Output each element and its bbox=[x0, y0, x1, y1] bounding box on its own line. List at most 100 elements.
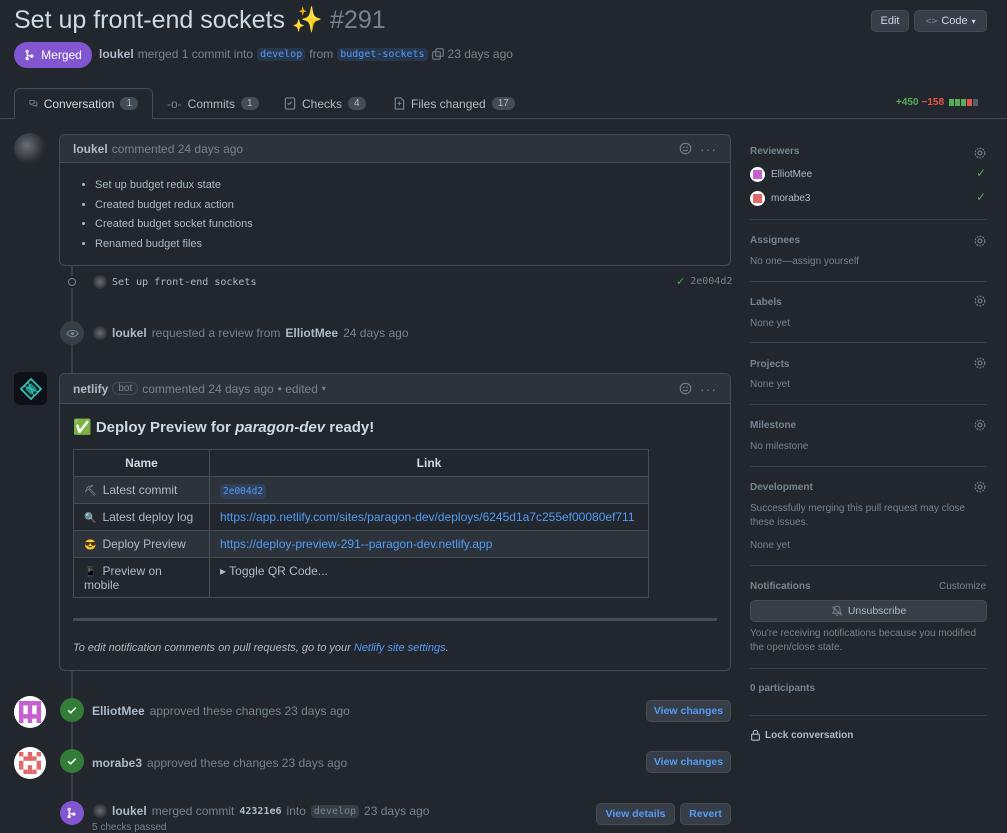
edit-button-label: Edit bbox=[880, 15, 900, 27]
copy-icon[interactable] bbox=[431, 48, 444, 60]
edit-button[interactable]: Edit bbox=[871, 10, 909, 32]
event-author-link[interactable]: loukel bbox=[112, 326, 147, 340]
merge-time: 23 days ago bbox=[447, 47, 513, 61]
approval-text: approved these changes 23 days ago bbox=[149, 704, 350, 718]
commit-sha-link[interactable]: 2e004d2 bbox=[220, 484, 267, 499]
tab-commits[interactable]: -o- Commits 1 bbox=[153, 88, 273, 119]
loukel-mini-avatar[interactable] bbox=[93, 275, 107, 289]
netlify-logo-icon bbox=[19, 377, 42, 400]
reviewer-row[interactable]: ElliotMee bbox=[750, 167, 812, 182]
event-author-link[interactable]: loukel bbox=[112, 804, 147, 818]
head-branch-label[interactable]: budget-sockets bbox=[337, 47, 428, 61]
loukel-mini-avatar[interactable] bbox=[93, 326, 107, 340]
tab-conversation-count: 1 bbox=[120, 97, 138, 110]
loukel-mini-avatar[interactable] bbox=[93, 804, 107, 818]
morabe3-avatar[interactable] bbox=[14, 747, 46, 779]
tab-conversation[interactable]: Conversation 1 bbox=[14, 88, 153, 119]
reviewer-name[interactable]: morabe3 bbox=[771, 193, 810, 204]
gear-icon[interactable] bbox=[973, 356, 987, 370]
smiley-icon[interactable] bbox=[679, 382, 692, 395]
smiley-icon[interactable] bbox=[679, 142, 692, 155]
lock-conversation-link[interactable]: Lock conversation bbox=[750, 729, 853, 741]
bot-badge: bot bbox=[112, 382, 139, 395]
gear-icon[interactable] bbox=[973, 234, 987, 248]
reviewers-title[interactable]: Reviewers bbox=[750, 146, 987, 157]
view-details-label: View details bbox=[605, 808, 666, 820]
table-header-row: Name Link bbox=[73, 449, 649, 477]
tab-commits-count: 1 bbox=[241, 97, 259, 110]
pick-icon: ⛏ bbox=[84, 486, 97, 497]
tab-checks[interactable]: Checks 4 bbox=[270, 88, 380, 119]
base-branch-label[interactable]: develop bbox=[257, 47, 306, 61]
tab-files-changed-label: Files changed bbox=[411, 96, 486, 111]
netlify-avatar[interactable] bbox=[14, 372, 47, 405]
merge-commit-sha-link[interactable]: 42321e6 bbox=[239, 806, 281, 817]
sidebar-divider bbox=[750, 715, 987, 716]
reviewer-link[interactable]: ElliotMee bbox=[285, 326, 338, 340]
view-changes-button[interactable]: View changes bbox=[646, 700, 731, 722]
gear-icon[interactable] bbox=[973, 294, 987, 308]
gear-icon[interactable] bbox=[973, 480, 987, 494]
footer-suffix: . bbox=[445, 642, 449, 654]
reviewers-section: Reviewers bbox=[750, 146, 987, 157]
checks-passed-text: 5 checks passed bbox=[92, 822, 167, 833]
comment-meta: commented 24 days ago bbox=[111, 141, 244, 156]
development-text: Successfully merging this pull request m… bbox=[750, 503, 966, 528]
code-button-label: Code bbox=[941, 15, 968, 27]
comment-header: netlify bot commented 24 days ago • edit… bbox=[60, 374, 730, 404]
pr-author-link[interactable]: loukel bbox=[99, 47, 134, 61]
comment-body-list: Set up budget redux state Created budget… bbox=[60, 163, 730, 254]
projects-title[interactable]: Projects bbox=[750, 359, 789, 370]
column-header: Link bbox=[209, 449, 649, 477]
assignees-title[interactable]: Assignees bbox=[750, 235, 800, 246]
commit-message-link[interactable]: Set up front-end sockets bbox=[112, 277, 257, 288]
unsubscribe-button[interactable]: Unsubscribe bbox=[750, 600, 987, 622]
check-icon[interactable]: ✓ bbox=[676, 275, 685, 288]
code-button[interactable]: <> Code ▾ bbox=[914, 10, 987, 32]
revert-label: Revert bbox=[689, 808, 722, 820]
table-row: 😎 Deploy Preview https://deploy-preview-2… bbox=[73, 530, 649, 558]
base-branch-label[interactable]: develop bbox=[310, 804, 360, 818]
revert-button[interactable]: Revert bbox=[680, 803, 731, 825]
comment-author[interactable]: netlify bbox=[73, 382, 108, 396]
comment-author[interactable]: loukel bbox=[73, 142, 108, 156]
netlify-settings-link[interactable]: Netlify site settings bbox=[354, 642, 446, 654]
merge-event-icon bbox=[60, 801, 84, 825]
sunglasses-icon: 😎 bbox=[84, 540, 97, 551]
table-cell: ⛏ Latest commit bbox=[73, 476, 210, 504]
edited-dropdown[interactable]: • edited bbox=[278, 382, 318, 396]
caret-down-icon[interactable]: ▾ bbox=[322, 384, 326, 393]
qr-code-toggle[interactable]: ▸ Toggle QR Code... bbox=[220, 564, 328, 578]
footer-text: To edit notification comments on pull re… bbox=[73, 642, 351, 654]
gear-icon[interactable] bbox=[973, 146, 987, 160]
commit-sha-link[interactable]: 2e004d2 bbox=[690, 276, 732, 287]
deploy-log-link[interactable]: https://app.netlify.com/sites/paragon-de… bbox=[220, 510, 635, 524]
gear-icon[interactable] bbox=[973, 418, 987, 432]
approved-check-icon: ✓ bbox=[976, 190, 987, 204]
deploy-preview-link[interactable]: https://deploy-preview-291--paragon-dev.… bbox=[220, 537, 492, 551]
column-header: Name bbox=[73, 449, 210, 477]
reviewer-name[interactable]: ElliotMee bbox=[771, 169, 812, 180]
view-details-button[interactable]: View details bbox=[596, 803, 675, 825]
event-time: 24 days ago bbox=[343, 326, 409, 340]
labels-title[interactable]: Labels bbox=[750, 297, 782, 308]
tab-files-changed[interactable]: Files changed 17 bbox=[379, 88, 529, 119]
customize-link[interactable]: Customize bbox=[939, 580, 986, 594]
loukel-avatar[interactable] bbox=[14, 133, 46, 165]
milestone-title[interactable]: Milestone bbox=[750, 420, 796, 431]
view-changes-button[interactable]: View changes bbox=[646, 751, 731, 773]
development-title[interactable]: Development bbox=[750, 482, 813, 493]
reviewer-row[interactable]: morabe3 bbox=[750, 191, 810, 206]
approver-link[interactable]: morabe3 bbox=[92, 756, 142, 770]
notifications-text: You're receiving notifications because y… bbox=[750, 628, 977, 653]
milestone-value: No milestone bbox=[750, 441, 809, 452]
assign-yourself-link[interactable]: No one—assign yourself bbox=[750, 255, 859, 269]
approver-link[interactable]: ElliotMee bbox=[92, 704, 145, 718]
table-cell: ▸ Toggle QR Code... bbox=[209, 557, 649, 598]
page-title: Set up front-end sockets ✨ #291 bbox=[14, 6, 386, 35]
kebab-menu-icon[interactable]: ··· bbox=[700, 381, 717, 397]
projects-value: None yet bbox=[750, 379, 791, 390]
comment-meta: commented 24 days ago bbox=[142, 381, 274, 396]
kebab-menu-icon[interactable]: ··· bbox=[700, 141, 717, 157]
elliotmee-avatar[interactable] bbox=[14, 696, 46, 728]
